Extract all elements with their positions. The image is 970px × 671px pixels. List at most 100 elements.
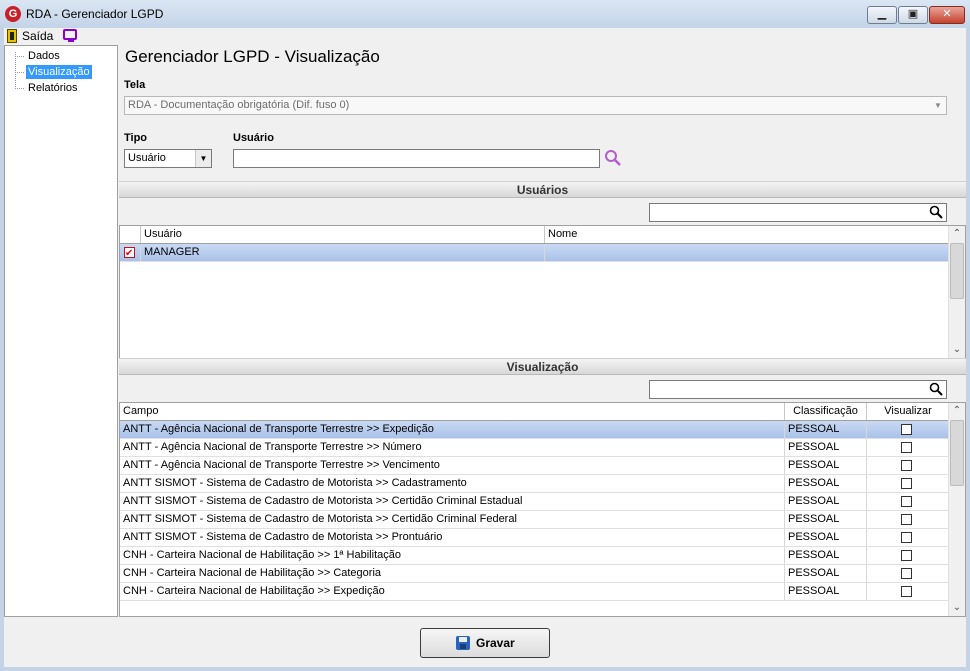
classification-cell: PESSOAL — [785, 421, 867, 438]
users-grid-header: Usuário Nome — [120, 226, 950, 244]
field-cell: ANTT - Agência Nacional de Transporte Te… — [120, 421, 785, 438]
row-checkbox-cell — [120, 244, 141, 261]
field-cell: ANTT - Agência Nacional de Transporte Te… — [120, 439, 785, 456]
app-logo-icon: G — [5, 6, 21, 22]
tipo-label: Tipo — [124, 132, 148, 144]
view-cell — [867, 475, 949, 492]
page-title: Gerenciador LGPD - Visualização — [125, 47, 380, 66]
column-header-usuario[interactable]: Usuário — [141, 226, 545, 243]
maximize-button[interactable]: ▣ — [898, 6, 928, 24]
field-cell: ANTT SISMOT - Sistema de Cadastro de Mot… — [120, 529, 785, 546]
table-row[interactable]: ANTT SISMOT - Sistema de Cadastro de Mot… — [120, 529, 950, 547]
table-row[interactable]: ANTT SISMOT - Sistema de Cadastro de Mot… — [120, 511, 950, 529]
table-row[interactable]: MANAGER — [120, 244, 950, 262]
floppy-disk-icon — [456, 636, 470, 650]
tipo-select[interactable]: Usuário ▼ — [124, 149, 212, 168]
tree-connector — [15, 72, 24, 73]
view-checkbox[interactable] — [901, 496, 912, 507]
table-row[interactable]: CNH - Carteira Nacional de Habilitação >… — [120, 547, 950, 565]
table-row[interactable]: ANTT - Agência Nacional de Transporte Te… — [120, 457, 950, 475]
classification-cell: PESSOAL — [785, 565, 867, 582]
field-cell: CNH - Carteira Nacional de Habilitação >… — [120, 547, 785, 564]
users-scrollbar[interactable]: ⌃ ⌄ — [948, 226, 965, 358]
scroll-up-icon[interactable]: ⌃ — [949, 403, 965, 419]
scroll-down-icon[interactable]: ⌄ — [949, 342, 965, 358]
view-cell — [867, 457, 949, 474]
scroll-down-icon[interactable]: ⌄ — [949, 600, 965, 616]
table-row[interactable]: ANTT SISMOT - Sistema de Cadastro de Mot… — [120, 475, 950, 493]
chevron-down-icon: ▼ — [195, 150, 211, 167]
view-cell — [867, 583, 949, 600]
save-button[interactable]: Gravar — [420, 628, 550, 658]
scroll-thumb[interactable] — [950, 243, 964, 299]
save-button-label: Gravar — [476, 636, 515, 650]
view-cell — [867, 529, 949, 546]
field-cell: CNH - Carteira Nacional de Habilitação >… — [120, 565, 785, 582]
users-grid: Usuário Nome MANAGER ⌃ ⌄ — [119, 225, 966, 359]
window-client: Saída Dados Visualização Relatórios Gere… — [4, 28, 966, 667]
view-checkbox[interactable] — [901, 478, 912, 489]
field-cell: CNH - Carteira Nacional de Habilitação >… — [120, 583, 785, 600]
table-row[interactable]: ANTT SISMOT - Sistema de Cadastro de Mot… — [120, 493, 950, 511]
row-checkbox[interactable] — [124, 245, 135, 261]
field-cell: ANTT - Agência Nacional de Transporte Te… — [120, 457, 785, 474]
view-checkbox[interactable] — [901, 550, 912, 561]
classification-cell: PESSOAL — [785, 529, 867, 546]
column-header-nome[interactable]: Nome — [545, 226, 949, 243]
view-checkbox[interactable] — [901, 460, 912, 471]
view-filter-input[interactable] — [649, 380, 947, 399]
view-checkbox[interactable] — [901, 514, 912, 525]
view-checkbox[interactable] — [901, 586, 912, 597]
view-cell — [867, 439, 949, 456]
classification-cell: PESSOAL — [785, 511, 867, 528]
column-header-classificacao[interactable]: Classificação — [785, 403, 867, 420]
view-scrollbar[interactable]: ⌃ ⌄ — [948, 403, 965, 616]
view-cell — [867, 547, 949, 564]
nav-tree: Dados Visualização Relatórios — [4, 45, 118, 617]
usuario-label: Usuário — [233, 132, 274, 144]
table-row[interactable]: ANTT - Agência Nacional de Transporte Te… — [120, 439, 950, 457]
tree-connector — [15, 56, 24, 57]
scroll-up-icon[interactable]: ⌃ — [949, 226, 965, 242]
tree-item-visualizacao[interactable]: Visualização — [26, 65, 92, 79]
title-bar: G RDA - Gerenciador LGPD ▁ ▣ ✕ — [0, 0, 970, 28]
column-header-campo[interactable]: Campo — [120, 403, 785, 420]
table-row[interactable]: ANTT - Agência Nacional de Transporte Te… — [120, 421, 950, 439]
view-section-header: Visualização — [119, 358, 966, 375]
classification-cell: PESSOAL — [785, 583, 867, 600]
classification-cell: PESSOAL — [785, 439, 867, 456]
tree-item-dados[interactable]: Dados — [26, 49, 62, 63]
view-checkbox[interactable] — [901, 568, 912, 579]
close-button[interactable]: ✕ — [929, 6, 965, 24]
table-row[interactable]: CNH - Carteira Nacional de Habilitação >… — [120, 565, 950, 583]
table-row[interactable]: CNH - Carteira Nacional de Habilitação >… — [120, 583, 950, 601]
search-icon[interactable] — [929, 382, 943, 396]
view-checkbox[interactable] — [901, 424, 912, 435]
search-icon[interactable] — [604, 149, 622, 167]
classification-cell: PESSOAL — [785, 547, 867, 564]
classification-cell: PESSOAL — [785, 493, 867, 510]
view-grid: Campo Classificação Visualizar ANTT - Ag… — [119, 402, 966, 617]
tela-combo[interactable]: RDA - Documentação obrigatória (Dif. fus… — [124, 96, 947, 115]
minimize-button[interactable]: ▁ — [867, 6, 897, 24]
main-panel: Gerenciador LGPD - Visualização Tela RDA… — [119, 45, 966, 667]
menu-exit[interactable]: Saída — [22, 29, 53, 43]
menu-bar: Saída — [4, 28, 966, 45]
view-checkbox[interactable] — [901, 532, 912, 543]
tela-value: RDA - Documentação obrigatória (Dif. fus… — [128, 99, 350, 111]
search-icon[interactable] — [929, 205, 943, 219]
column-header-visualizar[interactable]: Visualizar — [867, 403, 949, 420]
view-cell — [867, 565, 949, 582]
tree-item-relatorios[interactable]: Relatórios — [26, 81, 80, 95]
view-cell — [867, 493, 949, 510]
view-checkbox[interactable] — [901, 442, 912, 453]
scroll-thumb[interactable] — [950, 420, 964, 486]
exit-door-icon[interactable] — [7, 29, 17, 43]
chevron-down-icon: ▼ — [934, 101, 942, 110]
tree-connector — [15, 52, 16, 89]
classification-cell: PESSOAL — [785, 475, 867, 492]
users-filter-input[interactable] — [649, 203, 947, 222]
monitor-icon[interactable] — [63, 29, 77, 42]
usuario-input[interactable] — [233, 149, 600, 168]
tree-connector — [15, 88, 24, 89]
